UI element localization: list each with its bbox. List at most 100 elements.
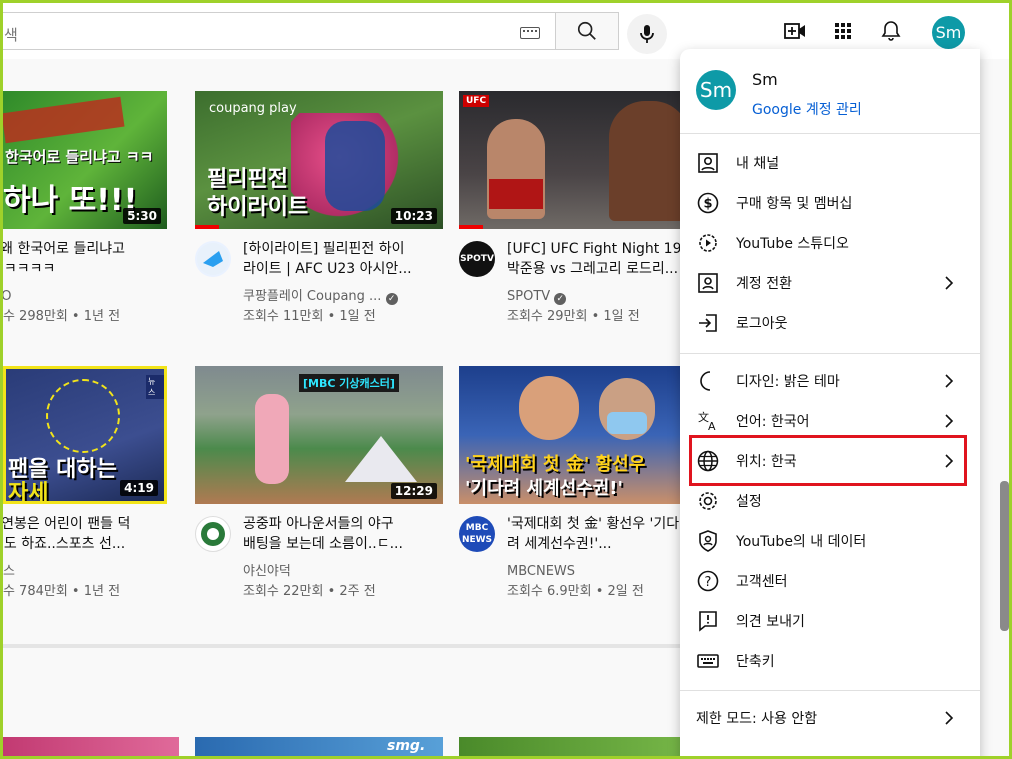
manage-google-account-link[interactable]: Google 계정 관리 xyxy=(752,99,862,119)
title-line: ! 연봉은 어린이 팬들 덕 xyxy=(3,516,131,532)
video-thumbnail[interactable] xyxy=(459,737,707,756)
notifications-bell-icon[interactable] xyxy=(879,19,903,43)
menu-item-feedback[interactable]: 의견 보내기 xyxy=(680,601,980,641)
title-line: ㅋㅋㅋㅋㅋ xyxy=(3,261,56,277)
verified-check-icon: ✓ xyxy=(554,293,567,305)
title-line: | 왜 한국어로 들리냐고 xyxy=(3,241,125,257)
baseball-logo-icon xyxy=(201,522,225,546)
title-line: [하이라이트] 필리핀전 하이 xyxy=(243,241,405,257)
menu-item-your-data[interactable]: YouTube의 내 데이터 xyxy=(680,521,980,561)
shield-person-icon xyxy=(699,530,717,552)
video-stats: 조회수 22만회 • 2주 전 xyxy=(243,584,376,599)
voice-search-button[interactable] xyxy=(627,14,667,54)
brand-logo: coupang play xyxy=(209,101,297,116)
account-avatar-button[interactable]: Sm xyxy=(932,16,965,49)
chevron-right-icon xyxy=(945,414,954,428)
video-title[interactable]: ! 연봉은 어린이 팬들 덕 기도 하죠..스포츠 선... xyxy=(3,514,191,554)
menu-item-label: 계정 전환 xyxy=(736,276,792,292)
menu-item-label: 의견 보내기 xyxy=(736,614,805,630)
video-thumbnail[interactable] xyxy=(3,737,179,756)
thumbnail-text: 자세 xyxy=(8,481,49,504)
chevron-right-icon xyxy=(945,374,954,388)
video-thumbnail[interactable]: UFC xyxy=(459,91,707,229)
thumbnail-text: [MBC 기상캐스터] xyxy=(299,374,399,392)
svg-text:A: A xyxy=(708,420,716,433)
video-thumbnail[interactable]: coupang play 필리핀전 하이라이트 10:23 xyxy=(195,91,443,229)
channel-avatar[interactable] xyxy=(195,241,231,277)
help-icon: ? xyxy=(697,570,719,592)
channel-name[interactable]: 쿠팡플레이 Coupang ... ✓ xyxy=(243,288,398,306)
search-button[interactable] xyxy=(555,12,619,50)
search-icon xyxy=(577,21,596,40)
video-title[interactable]: '국제대회 첫 金' 황선우 '기다 려 세계선수권!'... xyxy=(507,514,707,554)
brand-logo: UFC xyxy=(463,95,490,107)
video-thumbnail[interactable]: [MBC 기상캐스터] 12:29 xyxy=(195,366,443,504)
svg-text:?: ? xyxy=(705,575,712,590)
moon-icon xyxy=(700,371,711,391)
menu-item-label: 내 채널 xyxy=(736,156,780,172)
video-stats: 회수 298만회 • 1년 전 xyxy=(3,309,121,324)
menu-item-label: 디자인: 밝은 테마 xyxy=(736,374,840,390)
youtube-page: 색 Sm 한국어로 들리냐고 ㅋㅋ 하나 또!!! 5:30 | 왜 한국어로 … xyxy=(3,3,1009,756)
settings-icon xyxy=(699,492,717,510)
chevron-right-icon xyxy=(945,276,954,290)
video-title[interactable]: 공중파 아나운서들의 야구배팅을 보는데 소름이..ㄷ... xyxy=(243,514,443,554)
channel-name[interactable]: MBCNEWS xyxy=(507,563,575,581)
duration-badge: 12:29 xyxy=(390,483,437,499)
video-title[interactable]: | 왜 한국어로 들리냐고 ㅋㅋㅋㅋㅋ xyxy=(3,239,191,279)
video-thumbnail[interactable]: 한국어로 들리냐고 ㅋㅋ 하나 또!!! 5:30 xyxy=(3,91,167,229)
menu-item-label: 로그아웃 xyxy=(736,316,788,332)
menu-item-settings[interactable]: 설정 xyxy=(680,481,980,521)
thumbnail-text: 하이라이트 xyxy=(207,195,309,220)
dollar-icon: $ xyxy=(697,192,719,214)
menu-item-label: YouTube의 내 데이터 xyxy=(736,534,867,550)
svg-text:$: $ xyxy=(703,197,712,212)
channel-name[interactable]: 야신야덕 xyxy=(243,563,291,581)
video-stats: 회수 784만회 • 1년 전 xyxy=(3,584,121,599)
menu-item-studio[interactable]: YouTube 스튜디오 xyxy=(680,223,980,263)
menu-item-purchases[interactable]: $ 구매 항목 및 멤버십 xyxy=(680,183,980,223)
menu-item-my-channel[interactable]: 내 채널 xyxy=(680,143,980,183)
duration-badge: 5:30 xyxy=(123,208,161,224)
video-title[interactable]: [UFC] UFC Fight Night 196 박준용 vs 그레고리 로드리… xyxy=(507,239,707,279)
menu-item-label: 제한 모드: 사용 안함 xyxy=(696,711,818,727)
page-scrollbar[interactable] xyxy=(1000,481,1009,631)
apps-grid-icon[interactable] xyxy=(831,19,855,43)
menu-item-restricted-mode[interactable]: 제한 모드: 사용 안함 xyxy=(680,698,980,738)
video-title[interactable]: [하이라이트] 필리핀전 하이 라이트 | AFC U23 아시안... xyxy=(243,239,443,279)
keyboard-icon xyxy=(697,654,719,668)
video-thumbnail[interactable]: 뉴스 팬을 대하는 자세 4:19 xyxy=(3,366,167,504)
account-menu: Sm Sm Google 계정 관리 내 채널 $ 구매 항목 및 멤버십 Yo… xyxy=(680,49,980,756)
keyboard-icon[interactable] xyxy=(520,27,540,39)
thumbnail-text: 하나 또!!! xyxy=(3,183,138,218)
video-thumbnail[interactable]: smg. xyxy=(195,737,443,756)
video-thumbnail[interactable]: '국제대회 첫 金' 황선우 '기다려 세계선수권!' 1 xyxy=(459,366,707,504)
channel-name[interactable]: OO xyxy=(3,288,11,306)
channel-name[interactable]: 뉴스 xyxy=(3,563,15,581)
channel-name-text: 쿠팡플레이 Coupang ... xyxy=(243,289,382,304)
menu-divider xyxy=(680,133,980,134)
channel-avatar[interactable]: SPOTV xyxy=(459,241,495,277)
title-line: 공중파 아나운서들의 야구 xyxy=(243,516,394,532)
menu-item-help[interactable]: ? 고객센터 xyxy=(680,561,980,601)
duration-badge: 4:19 xyxy=(120,480,158,496)
menu-item-shortcuts[interactable]: 단축키 xyxy=(680,641,980,681)
title-line: 배팅을 보는데 소름이..ㄷ... xyxy=(243,536,403,552)
feedback-icon xyxy=(699,611,717,632)
verified-check-icon: ✓ xyxy=(385,293,398,305)
switch-account-icon xyxy=(698,273,718,293)
menu-item-logout[interactable]: 로그아웃 xyxy=(680,303,980,343)
person-box-icon xyxy=(698,153,718,173)
channel-name[interactable]: SPOTV ✓ xyxy=(507,288,567,306)
title-line: 박준용 vs 그레고리 로드리... xyxy=(507,261,679,277)
create-video-icon[interactable] xyxy=(783,19,807,43)
channel-avatar[interactable] xyxy=(195,516,231,552)
video-stats: 조회수 11만회 • 1일 전 xyxy=(243,309,376,324)
search-input[interactable]: 색 xyxy=(3,12,556,50)
menu-item-switch-account[interactable]: 계정 전환 xyxy=(680,263,980,303)
coupang-play-logo-icon xyxy=(197,243,229,275)
menu-item-appearance[interactable]: 디자인: 밝은 테마 xyxy=(680,361,980,401)
studio-gear-icon xyxy=(699,234,717,252)
mic-icon xyxy=(640,25,654,43)
channel-avatar[interactable]: MBC NEWS xyxy=(459,516,495,552)
